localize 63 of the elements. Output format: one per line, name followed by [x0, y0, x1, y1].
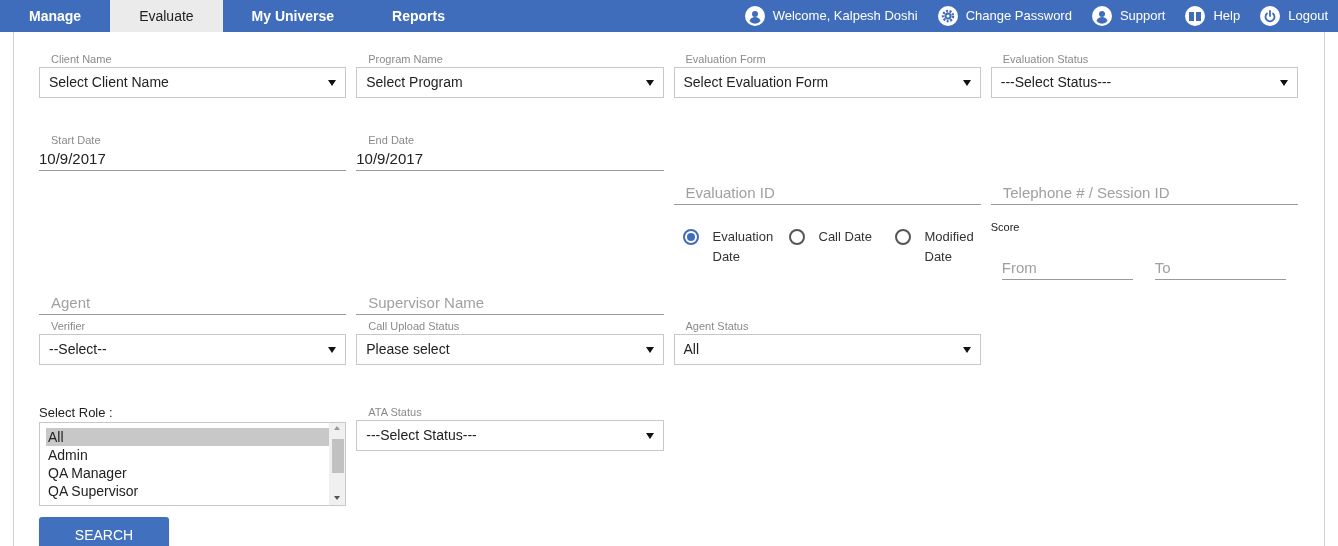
- field-label: Start Date: [50, 133, 102, 147]
- caret-icon: [962, 79, 971, 86]
- field-label: Verifier: [50, 319, 87, 333]
- search-button[interactable]: SEARCH: [39, 517, 169, 546]
- select-dropdown[interactable]: Select Client Name: [39, 67, 347, 98]
- input-field[interactable]: To: [1154, 257, 1286, 280]
- user-icon: [1091, 6, 1112, 26]
- input-field[interactable]: Agent: [39, 291, 347, 315]
- field-label: End Date: [367, 133, 416, 147]
- field-label: Evaluation Status: [1001, 52, 1090, 66]
- nav-tab[interactable]: Reports: [363, 0, 474, 32]
- nav-link[interactable]: Help: [1185, 6, 1241, 26]
- input-field[interactable]: Supervisor Name: [356, 291, 664, 315]
- radio-label: Call Date: [818, 228, 873, 246]
- user-icon: [744, 6, 765, 26]
- field-label: ATA Status: [367, 405, 423, 419]
- list-option[interactable]: Admin: [46, 446, 330, 464]
- select-dropdown[interactable]: ---Select Status---: [356, 420, 664, 451]
- caret-icon: [328, 346, 337, 353]
- list-option[interactable]: QA Supervisor: [46, 482, 330, 500]
- radio-button[interactable]: [894, 229, 911, 245]
- caret-icon: [645, 79, 654, 86]
- date-field[interactable]: 10/9/2017: [356, 149, 664, 171]
- radio-label: Modified Date: [924, 228, 975, 266]
- list-option[interactable]: All: [46, 428, 330, 446]
- caret-icon: [645, 432, 654, 439]
- list-box[interactable]: All Admin QA Manager QA Supervisor: [39, 422, 347, 506]
- field-label: Agent Status: [684, 319, 750, 333]
- field-label: Program Name: [367, 52, 444, 66]
- nav-tab[interactable]: Evaluate: [110, 0, 223, 32]
- nav-tab[interactable]: My Universe: [222, 0, 364, 32]
- input-field[interactable]: Evaluation ID: [673, 181, 981, 205]
- field-label: Score: [990, 220, 1021, 235]
- field-label: Client Name: [50, 52, 113, 66]
- nav-link[interactable]: Change Password: [937, 6, 1072, 26]
- settings-icon: [937, 6, 958, 26]
- select-dropdown[interactable]: Select Evaluation Form: [673, 67, 981, 98]
- select-dropdown[interactable]: All: [673, 334, 981, 365]
- input-field[interactable]: From: [1001, 257, 1133, 280]
- power-icon: [1260, 6, 1281, 26]
- caret-icon: [645, 346, 654, 353]
- scrollbar-drawing[interactable]: [329, 423, 346, 505]
- select-dropdown[interactable]: Select Program: [356, 67, 664, 98]
- caret-icon: [328, 79, 337, 86]
- nav-tab[interactable]: Manage: [0, 0, 111, 32]
- date-field[interactable]: 10/9/2017: [39, 149, 347, 171]
- field-label: Call Upload Status: [367, 319, 461, 333]
- select-dropdown[interactable]: Please select: [356, 334, 664, 365]
- nav-link[interactable]: Logout: [1260, 6, 1328, 26]
- list-option[interactable]: QA Manager: [46, 464, 330, 482]
- select-dropdown[interactable]: ---Select Status---: [990, 67, 1298, 98]
- caret-icon: [1280, 79, 1288, 86]
- field-label: Select Role :: [39, 405, 114, 421]
- input-field[interactable]: Telephone # / Session ID: [990, 181, 1298, 205]
- book-icon: [1185, 6, 1206, 26]
- nav-link[interactable]: Support: [1091, 6, 1166, 26]
- field-label: Evaluation Form: [684, 52, 767, 66]
- nav-link[interactable]: Welcome, Kalpesh Doshi: [744, 6, 918, 26]
- radio-button[interactable]: [682, 229, 699, 245]
- radio-label: Evaluation Date: [712, 228, 775, 266]
- caret-icon: [962, 346, 971, 353]
- radio-button[interactable]: [788, 229, 805, 245]
- select-dropdown[interactable]: --Select--: [39, 334, 347, 365]
